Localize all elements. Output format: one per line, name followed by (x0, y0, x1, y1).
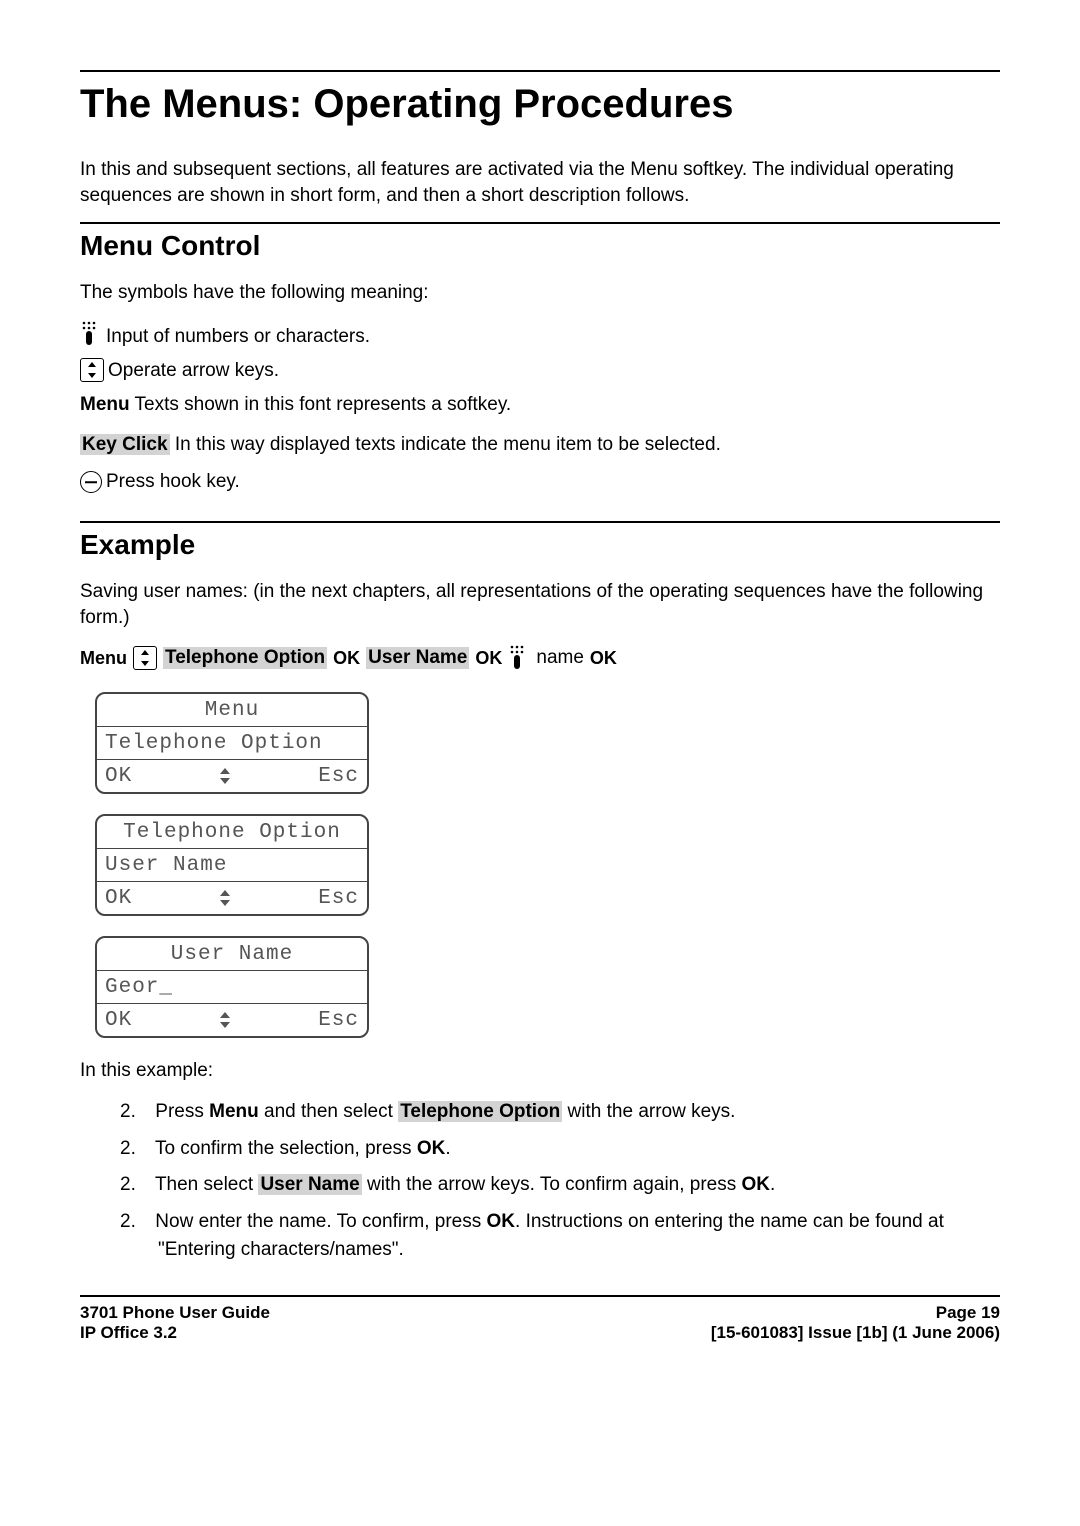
keypad-icon (508, 644, 530, 672)
list-item: 2. Then select User Name with the arrow … (150, 1171, 1000, 1200)
symbol-keyclick-line: Key Click In this way displayed texts in… (80, 432, 1000, 458)
lcd-line: Geor_ (105, 976, 173, 999)
symbol-hook-text: Press hook key. (106, 471, 240, 493)
symbol-keypad-line: Input of numbers or characters. (80, 320, 1000, 348)
footer-guide-name: 3701 Phone User Guide (80, 1303, 270, 1323)
intro-paragraph: In this and subsequent sections, all fea… (80, 157, 1000, 208)
arrow-keys-icon (133, 646, 157, 670)
lcd-ok: OK (105, 1009, 132, 1032)
symbol-arrows-text: Operate arrow keys. (108, 360, 279, 382)
seq-user-name: User Name (366, 647, 469, 669)
updown-icon (220, 768, 230, 784)
example-steps: 2. Press Menu and then select Telephone … (80, 1098, 1000, 1265)
softkey-menu-text: Texts shown in this font represents a so… (130, 394, 512, 415)
lcd-esc: Esc (318, 1009, 359, 1032)
keyclick-label: Key Click (80, 434, 170, 455)
footer-issue: [15-601083] Issue [1b] (1 June 2006) (711, 1323, 1000, 1343)
page-title: The Menus: Operating Procedures (80, 70, 1000, 127)
page-footer: 3701 Phone User Guide IP Office 3.2 Page… (80, 1295, 1000, 1343)
lcd-title: Telephone Option (123, 821, 341, 844)
menu-control-lead: The symbols have the following meaning: (80, 280, 1000, 306)
lcd-screen-1: Menu Telephone Option OK Esc (95, 692, 369, 794)
example-heading: Example (80, 521, 1000, 561)
example-lead: Saving user names: (in the next chapters… (80, 579, 1000, 630)
arrow-keys-icon (80, 358, 104, 382)
lcd-esc: Esc (318, 887, 359, 910)
symbol-arrows-line: Operate arrow keys. (80, 358, 1000, 382)
list-item: 2. To confirm the selection, press OK. (150, 1135, 1000, 1164)
seq-name-text: name (536, 647, 584, 669)
seq-menu: Menu (80, 648, 127, 669)
seq-ok: OK (590, 648, 617, 669)
lcd-title: Menu (205, 699, 259, 722)
symbol-hook-line: Press hook key. (80, 471, 1000, 493)
lcd-ok: OK (105, 765, 132, 788)
lcd-line: Telephone Option (105, 732, 323, 755)
lcd-title: User Name (171, 943, 293, 966)
seq-ok: OK (333, 648, 360, 669)
footer-page-number: Page 19 (711, 1303, 1000, 1323)
lcd-ok: OK (105, 887, 132, 910)
lcd-screen-3: User Name Geor_ OK Esc (95, 936, 369, 1038)
footer-product: IP Office 3.2 (80, 1323, 270, 1343)
list-item: 2. Now enter the name. To confirm, press… (150, 1208, 1000, 1265)
seq-ok: OK (475, 648, 502, 669)
softkey-menu-label: Menu (80, 394, 130, 415)
operating-sequence: Menu Telephone Option OK User Name OK na… (80, 644, 1000, 672)
hook-icon (80, 471, 102, 493)
lcd-esc: Esc (318, 765, 359, 788)
keyclick-text: In this way displayed texts indicate the… (170, 434, 721, 455)
lcd-screen-2: Telephone Option User Name OK Esc (95, 814, 369, 916)
menu-control-heading: Menu Control (80, 222, 1000, 262)
updown-icon (220, 890, 230, 906)
list-item: 2. Press Menu and then select Telephone … (150, 1098, 1000, 1127)
seq-telephone-option: Telephone Option (163, 647, 327, 669)
symbol-keypad-text: Input of numbers or characters. (106, 326, 370, 348)
in-this-example-label: In this example: (80, 1058, 1000, 1084)
symbol-menu-line: Menu Texts shown in this font represents… (80, 392, 1000, 418)
updown-icon (220, 1012, 230, 1028)
lcd-line: User Name (105, 854, 227, 877)
keypad-icon (80, 320, 102, 348)
